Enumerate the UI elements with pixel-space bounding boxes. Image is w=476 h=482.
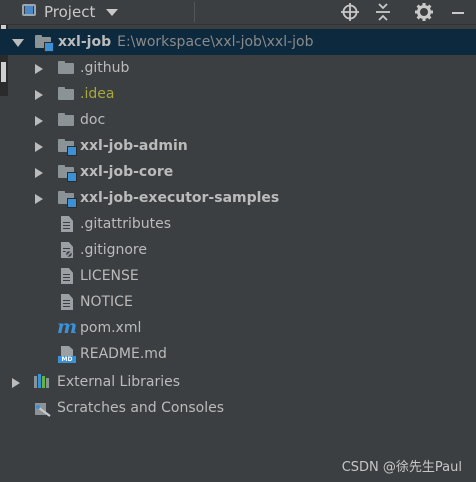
tree-node-label: External Libraries — [57, 374, 180, 390]
tree-node-gitignore[interactable]: .gitignore — [0, 237, 476, 263]
module-folder-icon — [58, 138, 77, 156]
locate-icon[interactable] — [340, 2, 360, 22]
chevron-right-icon[interactable] — [35, 90, 43, 100]
tree-node-label: .idea — [80, 86, 115, 102]
tree-node-xxl-job-core[interactable]: xxl-job-core — [0, 159, 476, 185]
chevron-down-icon[interactable] — [12, 39, 24, 47]
chevron-right-icon[interactable] — [35, 116, 43, 126]
collapse-all-icon[interactable] — [373, 2, 393, 22]
toolbar-divider — [194, 2, 195, 22]
tree-node-github[interactable]: .github — [0, 55, 476, 81]
tree-node-external-libraries[interactable]: External Libraries — [0, 369, 476, 395]
chevron-right-icon[interactable] — [35, 142, 43, 152]
tree-node-label: xxl-job-admin — [80, 138, 188, 154]
chevron-right-icon[interactable] — [35, 64, 43, 74]
text-file-icon — [58, 268, 76, 284]
libraries-icon — [34, 374, 52, 390]
minimize-icon[interactable] — [448, 2, 468, 22]
module-path: E:\workspace\xxl-job\xxl-job — [117, 34, 314, 50]
tree-node-label: xxl-job-executor-samples — [80, 190, 280, 206]
tree-node-label: .github — [80, 60, 130, 76]
tree-node-readme[interactable]: MD README.md — [0, 341, 476, 367]
ignore-file-icon — [58, 242, 76, 259]
markdown-file-icon: MD — [58, 346, 76, 363]
tree-node-label: .gitattributes — [80, 216, 172, 232]
tree-node-pom-xml[interactable]: m pom.xml — [0, 315, 476, 341]
module-folder-icon — [58, 164, 77, 182]
tree-node-idea[interactable]: .idea — [0, 81, 476, 107]
tree-node-doc[interactable]: doc — [0, 107, 476, 133]
tree-node-label: doc — [80, 112, 106, 128]
project-toolbar: Project — [0, 0, 476, 25]
text-file-icon — [58, 294, 76, 310]
chevron-right-icon[interactable] — [35, 194, 43, 204]
chevron-right-icon[interactable] — [12, 378, 20, 388]
tree-node-label: LICENSE — [80, 268, 139, 284]
tree-node-scratches[interactable]: Scratches and Consoles — [0, 395, 476, 421]
tree-node-label: NOTICE — [80, 294, 133, 310]
scratches-icon — [34, 400, 52, 417]
tree-node-xxl-job-admin[interactable]: xxl-job-admin — [0, 133, 476, 159]
module-folder-icon — [58, 190, 77, 208]
tree-node-label: xxl-job — [58, 34, 112, 50]
tree-node-xxl-job[interactable]: xxl-job E:\workspace\xxl-job\xxl-job — [0, 29, 476, 55]
text-file-icon — [58, 216, 76, 232]
module-folder-icon — [35, 34, 54, 52]
chevron-right-icon[interactable] — [35, 168, 43, 178]
folder-icon — [58, 86, 76, 102]
tree-node-license[interactable]: LICENSE — [0, 263, 476, 289]
folder-icon — [58, 112, 76, 128]
tree-node-label: xxl-job-core — [80, 164, 174, 180]
chevron-down-icon[interactable] — [106, 9, 118, 16]
folder-icon — [58, 60, 76, 76]
tree-node-notice[interactable]: NOTICE — [0, 289, 476, 315]
project-view-title[interactable]: Project — [44, 3, 95, 21]
tree-node-label: pom.xml — [80, 320, 142, 336]
watermark-text: CSDN @徐先生Paul — [341, 460, 462, 475]
tree-node-xxl-job-executor-samples[interactable]: xxl-job-executor-samples — [0, 185, 476, 211]
project-view-icon — [22, 4, 36, 16]
tree-node-label: README.md — [80, 346, 167, 362]
maven-icon: m — [57, 316, 78, 338]
tree-node-label: Scratches and Consoles — [57, 400, 224, 416]
tree-node-label: .gitignore — [80, 242, 147, 258]
gear-icon[interactable] — [414, 2, 434, 22]
tree-node-gitattributes[interactable]: .gitattributes — [0, 211, 476, 237]
